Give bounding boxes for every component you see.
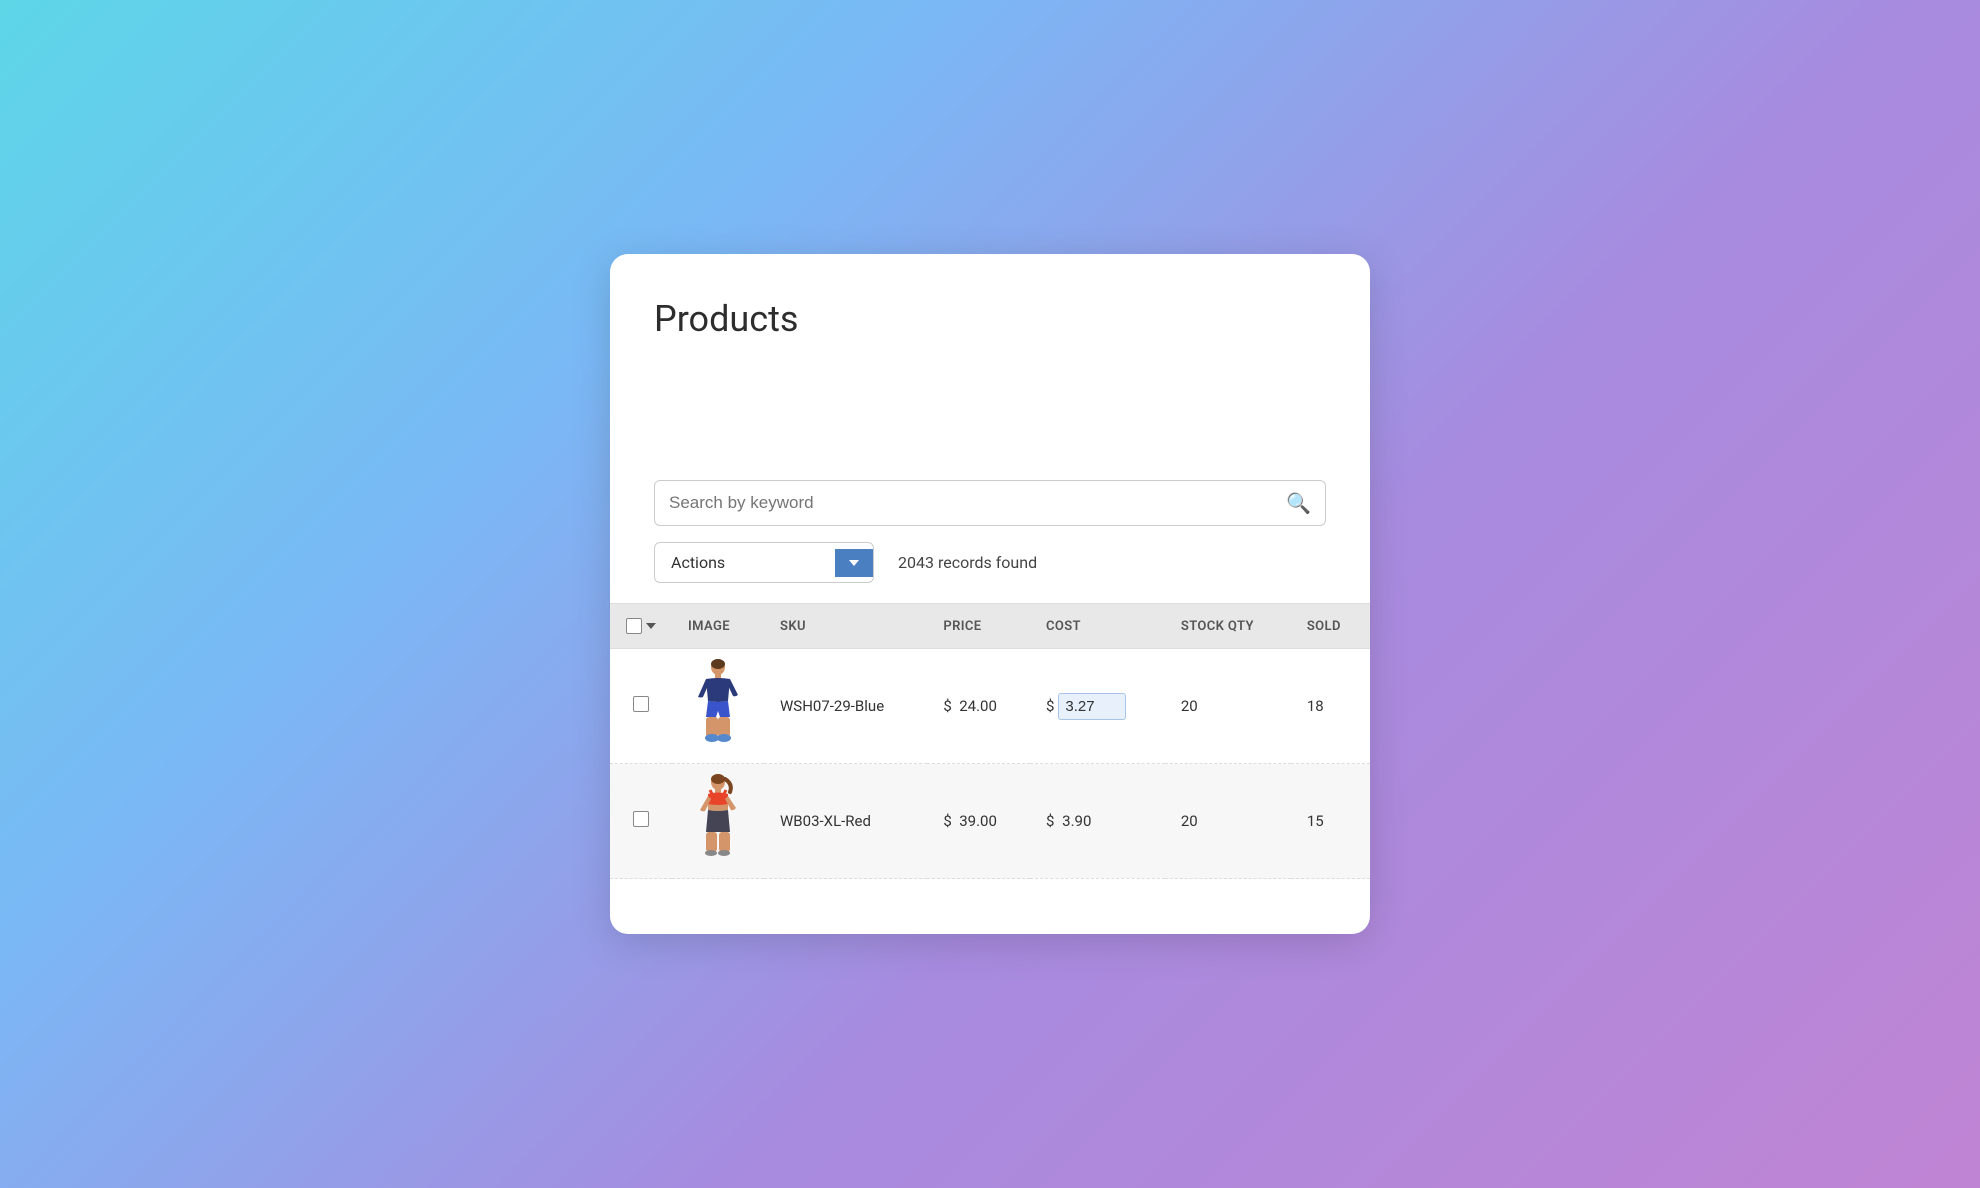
- row-sku-2: WB03-XL-Red: [764, 764, 927, 879]
- col-image: IMAGE: [672, 604, 764, 649]
- row-stock-qty-2: 20: [1165, 764, 1291, 879]
- row-checkbox-2[interactable]: [633, 811, 649, 827]
- row-checkbox-1[interactable]: [633, 696, 649, 712]
- select-all-chevron-icon[interactable]: [646, 623, 656, 629]
- actions-label: Actions: [655, 543, 835, 582]
- row-cost-2: $ 3.90: [1030, 764, 1165, 879]
- col-stock-qty: STOCK QTY: [1165, 604, 1291, 649]
- row-stock-qty-1: 20: [1165, 649, 1291, 764]
- row-select-1: [610, 649, 672, 764]
- products-table-container: IMAGE SKU PRICE COST STOCK QTY SOLD: [610, 603, 1370, 879]
- product-figure-bra: [688, 774, 748, 864]
- actions-chevron-button[interactable]: [835, 549, 873, 577]
- records-found: 2043 records found: [898, 553, 1037, 572]
- select-all-checkbox[interactable]: [626, 618, 642, 634]
- page-title: Products: [610, 298, 1370, 340]
- row-cost-1: $: [1030, 649, 1165, 764]
- row-price-2: $ 39.00: [927, 764, 1030, 879]
- product-figure-shorts: [688, 659, 748, 749]
- row-image-1: [672, 649, 764, 764]
- row-price-1: $ 24.00: [927, 649, 1030, 764]
- row-select-2: [610, 764, 672, 879]
- actions-row: Actions 2043 records found: [654, 542, 1326, 583]
- cost-prefix-1: $: [1046, 697, 1054, 715]
- chevron-down-icon: [849, 560, 859, 566]
- cost-input-1[interactable]: [1058, 693, 1126, 720]
- table-row: WB03-XL-Red $ 39.00 $ 3.90 20 15: [610, 764, 1370, 879]
- cost-value-2: 3.90: [1058, 812, 1091, 830]
- cost-prefix-2: $: [1046, 812, 1054, 830]
- select-all-header: [610, 604, 672, 649]
- col-sku: SKU: [764, 604, 927, 649]
- products-panel: Products 🔍 Actions 2043 records found: [610, 254, 1370, 934]
- table-header-row: IMAGE SKU PRICE COST STOCK QTY SOLD: [610, 604, 1370, 649]
- col-price: PRICE: [927, 604, 1030, 649]
- products-table: IMAGE SKU PRICE COST STOCK QTY SOLD: [610, 603, 1370, 879]
- col-cost: COST: [1030, 604, 1165, 649]
- row-sold-1: 18: [1291, 649, 1370, 764]
- actions-dropdown: Actions: [654, 542, 874, 583]
- row-sold-2: 15: [1291, 764, 1370, 879]
- search-input[interactable]: [669, 493, 1286, 513]
- table-row: WSH07-29-Blue $ 24.00 $ 20 18: [610, 649, 1370, 764]
- row-sku-1: WSH07-29-Blue: [764, 649, 927, 764]
- toolbar: 🔍 Actions 2043 records found: [610, 480, 1370, 583]
- search-bar: 🔍: [654, 480, 1326, 526]
- row-image-2: [672, 764, 764, 879]
- search-icon[interactable]: 🔍: [1286, 491, 1311, 515]
- col-sold: SOLD: [1291, 604, 1370, 649]
